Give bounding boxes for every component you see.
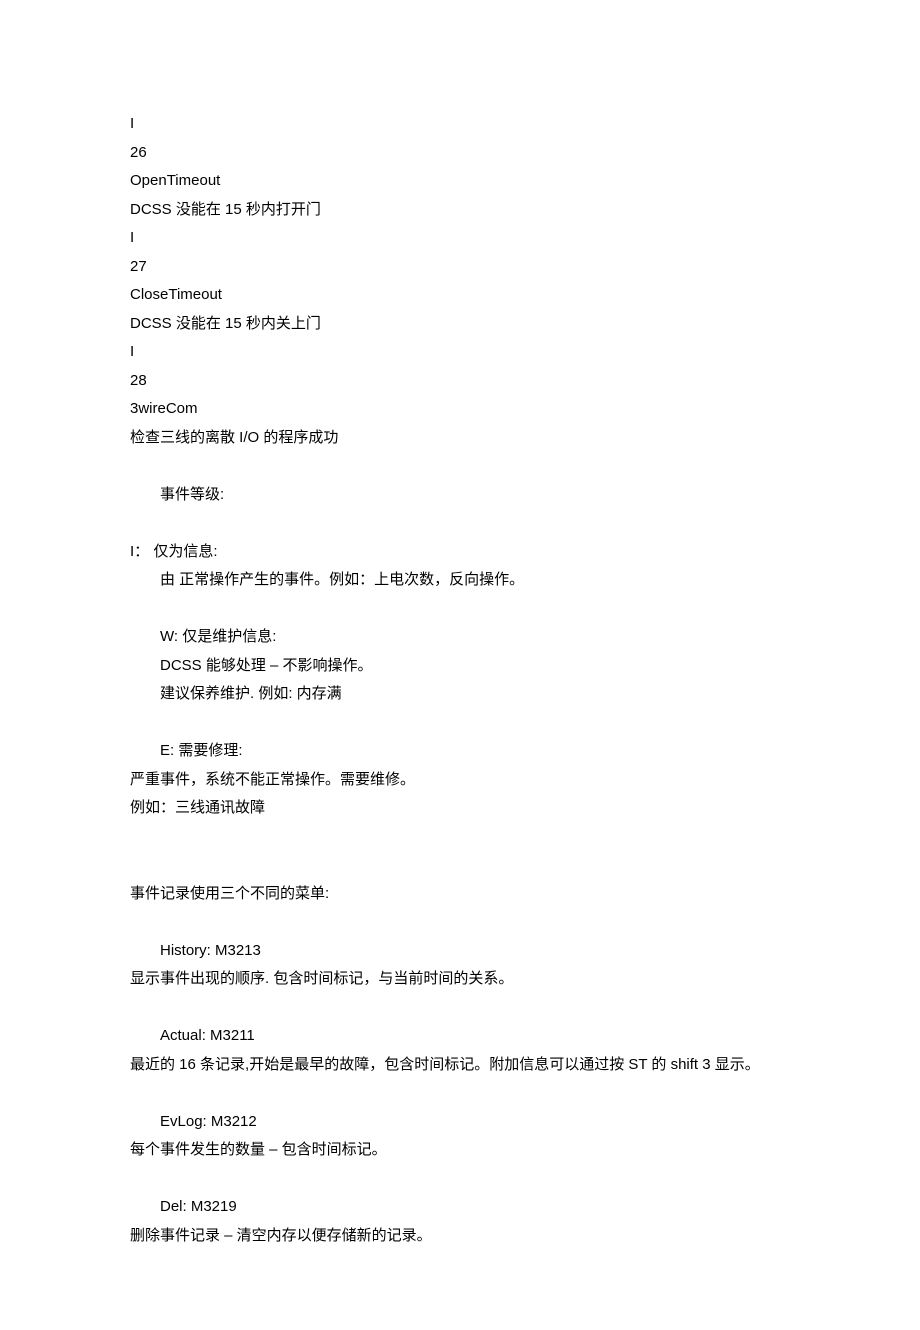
menu-desc: 显示事件出现的顺序. 包含时间标记，与当前时间的关系。 <box>130 965 790 994</box>
error-code: 26 <box>130 139 790 168</box>
level-w-line1: DCSS 能够处理 – 不影响操作。 <box>130 652 790 681</box>
menu-desc: 最近的 16 条记录,开始是最早的故障，包含时间标记。附加信息可以通过按 ST … <box>130 1051 790 1080</box>
error-desc: 检查三线的离散 I/O 的程序成功 <box>130 424 790 453</box>
error-code: 28 <box>130 367 790 396</box>
error-level: I <box>130 110 790 139</box>
level-w-title: W: 仅是维护信息: <box>130 623 790 652</box>
menu-title: History: M3213 <box>130 937 790 966</box>
error-code: 27 <box>130 253 790 282</box>
level-w-line2: 建议保养维护. 例如: 内存满 <box>130 680 790 709</box>
menu-title: Actual: M3211 <box>130 1022 790 1051</box>
error-name: CloseTimeout <box>130 281 790 310</box>
error-level: I <box>130 224 790 253</box>
menu-title: Del: M3219 <box>130 1193 790 1222</box>
menus-intro: 事件记录使用三个不同的菜单: <box>130 880 790 909</box>
event-level-heading: 事件等级: <box>130 481 790 510</box>
level-e-title: E: 需要修理: <box>130 737 790 766</box>
error-desc: DCSS 没能在 15 秒内打开门 <box>130 196 790 225</box>
level-e-line2: 例如：三线通讯故障 <box>130 794 790 823</box>
error-level: I <box>130 338 790 367</box>
menu-title: EvLog: M3212 <box>130 1108 790 1137</box>
menu-desc: 删除事件记录 – 清空内存以便存储新的记录。 <box>130 1222 790 1251</box>
menu-desc: 每个事件发生的数量 – 包含时间标记。 <box>130 1136 790 1165</box>
error-name: OpenTimeout <box>130 167 790 196</box>
error-desc: DCSS 没能在 15 秒内关上门 <box>130 310 790 339</box>
level-i-desc: 由 正常操作产生的事件。例如：上电次数，反向操作。 <box>130 566 790 595</box>
level-i-title: I： 仅为信息: <box>130 538 790 567</box>
error-name: 3wireCom <box>130 395 790 424</box>
level-e-line1: 严重事件，系统不能正常操作。需要维修。 <box>130 766 790 795</box>
